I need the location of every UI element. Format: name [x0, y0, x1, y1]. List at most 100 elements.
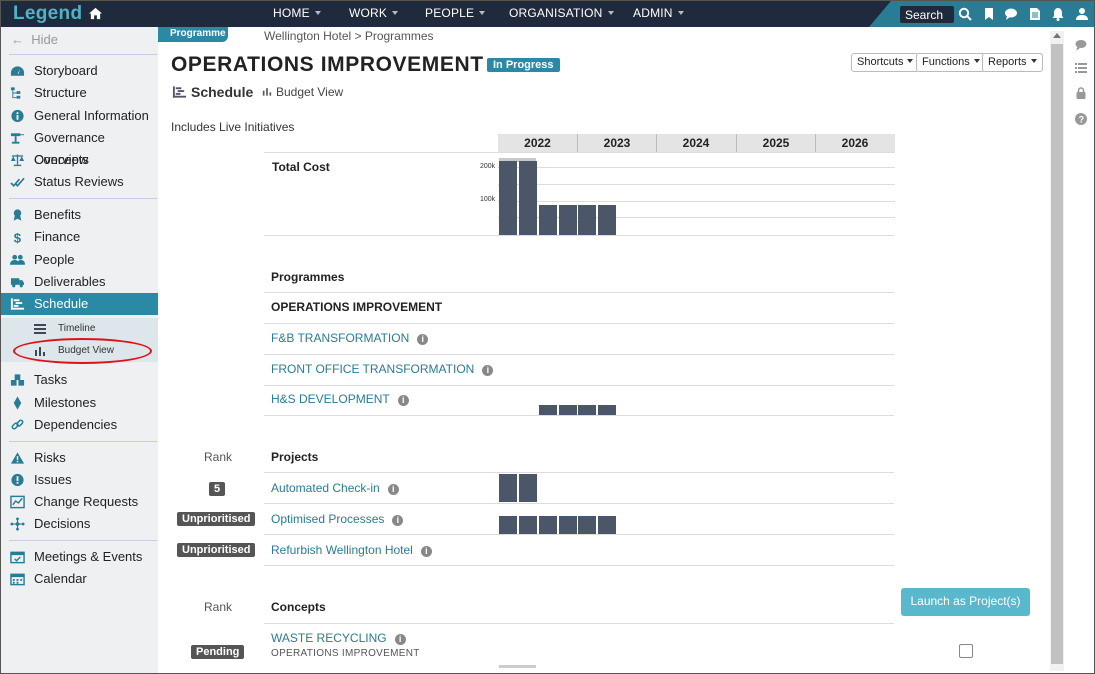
project-link[interactable]: Automated Check-in i: [271, 481, 399, 495]
search-icon[interactable]: [958, 7, 972, 21]
bell-icon[interactable]: [1051, 7, 1065, 21]
row-divider: [264, 623, 894, 624]
sidebar-item-decisions[interactable]: Decisions: [1, 513, 158, 535]
diamond-icon: [13, 396, 22, 410]
year-2025: 2025: [736, 134, 815, 153]
sidebar-item-concepts[interactable]: Concepts: [1, 149, 158, 171]
concepts-heading: Concepts: [271, 600, 326, 614]
sidebar-item-milestones[interactable]: Milestones: [1, 392, 158, 414]
info-icon[interactable]: i: [482, 365, 494, 376]
cost-bar: [499, 161, 517, 235]
scrollbar-thumb[interactable]: [1051, 44, 1063, 664]
timeline-bar: [499, 474, 517, 502]
search-input[interactable]: Search: [900, 6, 954, 23]
info-icon[interactable]: i: [397, 395, 409, 406]
programme-link[interactable]: FRONT OFFICE TRANSFORMATION i: [271, 362, 494, 376]
sidebar-item-calendar[interactable]: Calendar: [1, 568, 158, 590]
year-2022: 2022: [524, 136, 551, 150]
dashboard-icon: [10, 66, 25, 76]
sidebar-item-governance-overview[interactable]: Governance Overview: [1, 127, 158, 167]
chevron-down-icon: [973, 59, 980, 63]
status-badge: In Progress: [487, 58, 560, 72]
sidebar-item-structure[interactable]: Structure: [1, 82, 158, 104]
tab-schedule[interactable]: Schedule: [172, 84, 253, 100]
rank-badge: Unprioritised: [177, 512, 256, 526]
decision-icon: [10, 517, 25, 531]
info-icon[interactable]: i: [420, 546, 432, 557]
rank-badge: Unprioritised: [177, 543, 256, 557]
top-navigation-bar: Legend HOME WORK PEOPLE ORGANISATION ADM…: [1, 1, 1094, 27]
sidebar-subitem-timeline[interactable]: Timeline: [1, 318, 158, 340]
list-icon[interactable]: [1075, 62, 1087, 74]
reports-button[interactable]: Reports: [982, 53, 1043, 72]
sidebar-item-people[interactable]: People: [1, 249, 158, 271]
chevron-down-icon: [907, 59, 914, 63]
sidebar-item-risks[interactable]: Risks: [1, 447, 158, 469]
timeline-bar-placeholder: [499, 665, 536, 668]
people-icon: [10, 254, 25, 265]
sidebar-item-tasks[interactable]: Tasks: [1, 369, 158, 391]
programme-tag: Programme: [158, 27, 228, 42]
sidebar-item-benefits[interactable]: Benefits: [1, 204, 158, 226]
app-logo[interactable]: Legend: [13, 3, 103, 26]
sidebar-item-schedule[interactable]: Schedule: [1, 293, 158, 315]
project-link[interactable]: Optimised Processes i: [271, 512, 404, 526]
programme-link[interactable]: F&B TRANSFORMATION i: [271, 331, 429, 345]
nav-admin[interactable]: ADMIN: [633, 6, 684, 20]
sidebar-item-status-reviews[interactable]: Status Reviews: [1, 171, 158, 193]
info-icon[interactable]: i: [394, 634, 406, 645]
sidebar-item-issues[interactable]: Issues: [1, 469, 158, 491]
sidebar-item-change-requests[interactable]: Change Requests: [1, 491, 158, 513]
nav-organisation[interactable]: ORGANISATION: [509, 6, 614, 20]
nav-work[interactable]: WORK: [349, 6, 399, 20]
calendar-icon: [10, 573, 25, 586]
functions-button[interactable]: Functions: [916, 53, 986, 72]
sidebar-item-meetings-events[interactable]: Meetings & Events: [1, 546, 158, 568]
programme-link[interactable]: H&S DEVELOPMENT i: [271, 392, 409, 406]
shortcuts-button[interactable]: Shortcuts: [851, 53, 920, 72]
lock-icon[interactable]: [1075, 87, 1087, 99]
rank-label: Rank: [204, 450, 233, 464]
award-icon: [13, 209, 22, 221]
comment-icon[interactable]: [1075, 39, 1087, 51]
user-icon[interactable]: [1075, 7, 1089, 21]
axis-tick-100k: 100k: [480, 196, 496, 203]
rank-label: Rank: [204, 600, 233, 614]
home-icon[interactable]: [88, 4, 103, 26]
cost-bar: [598, 205, 616, 235]
row-divider: [264, 235, 894, 236]
sidebar-item-finance[interactable]: $ Finance: [1, 226, 158, 248]
check-icon: [10, 177, 25, 187]
nav-people[interactable]: PEOPLE: [425, 6, 486, 20]
sidebar-item-general-information[interactable]: General Information: [1, 105, 158, 127]
row-divider: [264, 534, 894, 535]
hide-sidebar-button[interactable]: ← Hide: [11, 32, 58, 47]
nav-home[interactable]: HOME: [273, 6, 321, 20]
document-icon[interactable]: [1028, 7, 1042, 21]
dollar-icon: $: [14, 231, 22, 244]
rank-badge: Pending: [191, 645, 245, 659]
concept-link[interactable]: WASTE RECYCLING i: [271, 631, 406, 645]
axis-tick-200k: 200k: [480, 163, 496, 170]
sidebar-item-dependencies[interactable]: Dependencies: [1, 414, 158, 436]
concept-select-checkbox[interactable]: [959, 644, 973, 658]
project-link[interactable]: Refurbish Wellington Hotel i: [271, 543, 432, 557]
scroll-up-icon[interactable]: [1053, 33, 1061, 38]
help-icon[interactable]: ?: [1075, 113, 1087, 125]
sidebar-item-deliverables[interactable]: Deliverables: [1, 271, 158, 293]
breadcrumb[interactable]: Wellington Hotel > Programmes: [264, 29, 434, 43]
year-2026: 2026: [815, 134, 894, 153]
tab-budget-view[interactable]: Budget View: [262, 85, 343, 99]
timeline-bar: [559, 516, 577, 534]
programmes-heading: Programmes: [271, 270, 345, 284]
cubes-icon: [10, 374, 25, 386]
info-icon[interactable]: i: [392, 515, 404, 526]
row-divider: [264, 472, 894, 473]
info-icon[interactable]: i: [387, 484, 399, 495]
scales-icon: [10, 154, 25, 167]
sidebar-item-storyboard[interactable]: Storyboard: [1, 60, 158, 82]
bookmark-icon[interactable]: [982, 7, 996, 21]
launch-as-projects-button[interactable]: Launch as Project(s): [901, 588, 1030, 616]
info-icon[interactable]: i: [417, 334, 429, 345]
chat-icon[interactable]: [1004, 7, 1018, 21]
